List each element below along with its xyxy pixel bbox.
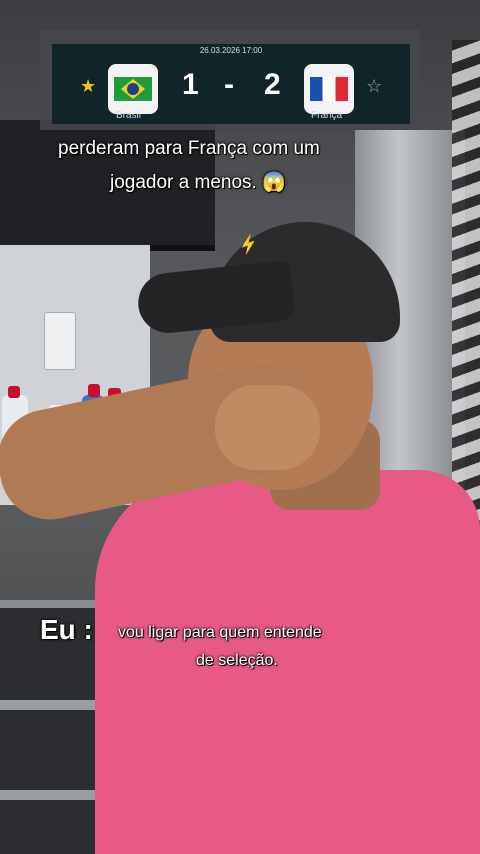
brazil-flag-icon (108, 64, 158, 114)
home-star-icon: ★ (80, 76, 97, 96)
scoreboard-panel: 26.03.2026 17:00 ★ 1 - 2 ☆ Brasil França (52, 44, 410, 124)
away-score: 2 (264, 68, 281, 101)
france-flag-icon (304, 64, 354, 114)
bottom-caption-line1: vou ligar para quem entende (118, 624, 322, 641)
zebra-pattern-decor (452, 40, 480, 520)
hand-on-mouth (215, 385, 320, 470)
bottle-cap (8, 386, 20, 398)
pink-shirt (95, 470, 480, 854)
wall-socket (44, 312, 76, 370)
scoreboard: 26.03.2026 17:00 ★ 1 - 2 ☆ Brasil França (40, 30, 420, 130)
match-datetime: 26.03.2026 17:00 (199, 46, 263, 55)
video-frame: ⚡ 26.03.2026 17:00 ★ 1 - 2 ☆ Brasil Fran… (0, 0, 480, 854)
home-team-name: Brasil (116, 110, 142, 121)
bottom-caption-line2: de seleção. (196, 652, 278, 669)
away-team-name: França (311, 110, 343, 121)
speaker-label: Eu : (40, 614, 93, 645)
top-caption-line2: jogador a menos. 😱 (110, 172, 286, 193)
away-star-icon: ☆ (366, 76, 383, 96)
top-caption-line1: perderam para França com um (58, 138, 320, 159)
home-score: 1 (182, 68, 199, 101)
bottle-cap (88, 384, 100, 397)
score-separator: - (224, 68, 234, 101)
